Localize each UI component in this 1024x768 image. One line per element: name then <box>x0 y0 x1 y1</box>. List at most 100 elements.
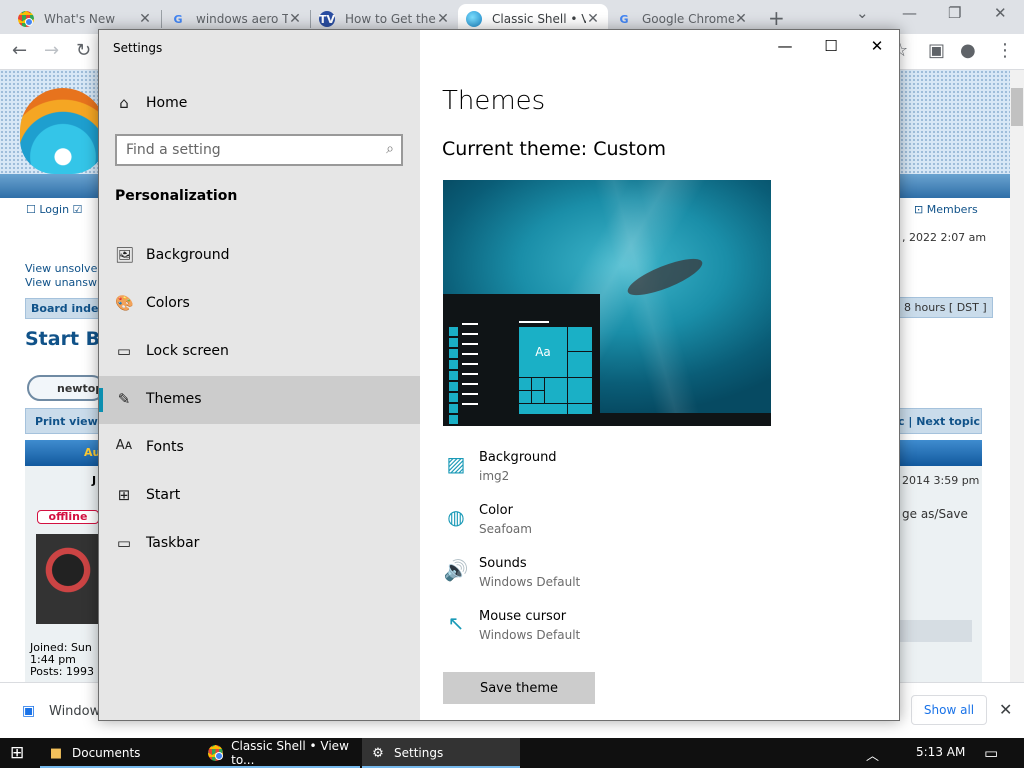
chevron-up-icon[interactable]: ︿ <box>866 745 879 764</box>
setting-name: Background <box>479 450 557 465</box>
restore-icon[interactable]: ❐ <box>948 4 961 22</box>
scrollbar-thumb[interactable] <box>1011 88 1023 126</box>
post-snippet: ge as/Save <box>902 507 968 521</box>
sidebar-item-label: Colors <box>146 295 190 311</box>
taskbar-icon: ▭ <box>116 534 132 552</box>
sidebar-item-colors[interactable]: 🎨 Colors <box>99 280 420 328</box>
sidebar-item-taskbar[interactable]: ▭ Taskbar <box>99 520 420 568</box>
close-shelf-icon[interactable]: ✕ <box>999 700 1012 719</box>
search-input[interactable] <box>117 136 367 164</box>
preview-app-square <box>449 382 458 391</box>
taskbar-item-settings[interactable]: ⚙ Settings <box>362 738 520 768</box>
preview-tile-aa: Aa <box>519 327 567 377</box>
forward-icon[interactable]: → <box>44 40 59 61</box>
preview-tile <box>567 351 593 378</box>
close-window-icon[interactable]: ✕ <box>994 4 1007 22</box>
members-link[interactable]: ⊡ Members <box>914 203 978 216</box>
back-icon[interactable]: ← <box>12 40 27 61</box>
sidebar-item-background[interactable]: 🖼 Background <box>99 232 420 280</box>
taskbar-item-label: Classic Shell • View to... <box>231 739 349 767</box>
setting-value: Windows Default <box>479 575 581 589</box>
tv-icon: TV <box>318 11 336 27</box>
setting-value: Windows Default <box>479 628 581 642</box>
settings-window: Settings ⌂ Home ⌕ Personalization 🖼 Back… <box>98 29 900 721</box>
setting-name: Sounds <box>479 556 527 571</box>
taskbar-item-documents[interactable]: ■ Documents <box>40 738 200 768</box>
board-index-link[interactable]: Board index <box>25 298 106 319</box>
close-icon[interactable]: ✕ <box>288 11 302 27</box>
author-initial: J <box>92 474 97 487</box>
tab-label: windows aero T <box>196 12 288 26</box>
save-theme-button[interactable]: Save theme <box>443 672 595 704</box>
print-view-link[interactable]: Print view <box>35 415 98 428</box>
preview-tile <box>518 403 568 415</box>
preview-tile <box>531 377 545 391</box>
login-link[interactable]: ☐ Login ☑ <box>26 203 82 216</box>
theme-sounds-setting[interactable]: 🔊 Sounds Windows Default <box>443 556 743 600</box>
tab-label: Classic Shell • V <box>492 12 586 26</box>
palette-icon: ◍ <box>447 505 465 529</box>
settings-search[interactable]: ⌕ <box>115 134 403 166</box>
next-topic-link[interactable]: c | Next topic <box>898 415 980 428</box>
folder-icon: ■ <box>49 745 63 761</box>
theme-preview: Aa <box>443 180 771 426</box>
minimize-button[interactable]: — <box>762 30 808 62</box>
preview-app-line <box>462 403 478 405</box>
page-scrollbar[interactable] <box>1010 70 1024 682</box>
side-panel-icon[interactable]: ▣ <box>928 40 945 61</box>
gear-icon: ⚙ <box>372 745 384 761</box>
new-tab-icon[interactable]: + <box>768 6 785 30</box>
google-icon: G <box>619 12 629 26</box>
sidebar-item-label: Themes <box>146 391 202 407</box>
minimize-icon[interactable]: — <box>902 4 917 22</box>
notification-icon[interactable]: ▭ <box>984 744 998 762</box>
maximize-button[interactable]: ☐ <box>808 30 854 62</box>
nav-home[interactable]: ⌂ Home <box>99 88 420 118</box>
sidebar-item-start[interactable]: ⊞ Start <box>99 472 420 520</box>
posts-count: Posts: 1993 <box>30 665 94 678</box>
lock-screen-icon: ▭ <box>116 342 132 360</box>
avatar <box>36 534 100 624</box>
windows-start-icon[interactable]: ⊞ <box>10 743 24 763</box>
sidebar-item-fonts[interactable]: Aᴀ Fonts <box>99 424 420 472</box>
tab-label: Google Chrome <box>642 12 734 26</box>
sidebar-item-label: Taskbar <box>146 535 200 551</box>
preview-taskbar <box>600 413 771 426</box>
post-date: 2014 3:59 pm <box>902 474 980 487</box>
view-unanswered-link[interactable]: View unansw <box>25 276 97 289</box>
theme-background-setting[interactable]: ▨ Background img2 <box>443 450 743 494</box>
setting-name: Mouse cursor <box>479 609 567 624</box>
preview-tile <box>567 403 593 415</box>
system-clock[interactable]: 5:13 AM <box>916 745 965 759</box>
new-topic-button[interactable]: newtop <box>27 375 105 401</box>
windows-taskbar: ⊞ ■ Documents Classic Shell • View to...… <box>0 738 1024 768</box>
close-button[interactable]: ✕ <box>854 30 899 62</box>
show-all-button[interactable]: Show all <box>911 695 987 725</box>
preview-app-line <box>462 323 478 325</box>
close-icon[interactable]: ✕ <box>586 11 600 27</box>
reload-icon[interactable]: ↻ <box>76 40 91 61</box>
close-icon[interactable]: ✕ <box>436 11 450 27</box>
close-icon[interactable]: ✕ <box>138 11 152 27</box>
home-icon: ⌂ <box>119 94 129 112</box>
menu-icon[interactable]: ⋮ <box>996 40 1014 61</box>
theme-mouse-cursor-setting[interactable]: ↖ Mouse cursor Windows Default <box>443 609 743 653</box>
image-file-icon: ▣ <box>22 703 36 719</box>
close-icon[interactable]: ✕ <box>734 11 748 27</box>
sidebar-item-label: Lock screen <box>146 343 229 359</box>
sidebar-item-themes[interactable]: ✎ Themes <box>99 376 420 424</box>
timezone-label: 8 hours [ DST ] <box>898 297 993 318</box>
login-label: Login <box>39 203 70 216</box>
taskbar-item-chrome[interactable]: Classic Shell • View to... <box>200 738 360 768</box>
setting-value: Seafoam <box>479 522 532 536</box>
view-unsolved-link[interactable]: View unsolve <box>25 262 97 275</box>
preview-tile <box>567 326 593 352</box>
preview-app-line <box>462 373 478 375</box>
profile-icon[interactable]: ● <box>960 40 976 61</box>
preview-app-line <box>462 383 478 385</box>
theme-color-setting[interactable]: ◍ Color Seafoam <box>443 503 743 547</box>
sidebar-item-lock-screen[interactable]: ▭ Lock screen <box>99 328 420 376</box>
sidebar-item-label: Background <box>146 247 230 263</box>
classic-shell-icon <box>466 11 482 27</box>
tab-search-icon[interactable]: ⌄ <box>856 4 869 22</box>
